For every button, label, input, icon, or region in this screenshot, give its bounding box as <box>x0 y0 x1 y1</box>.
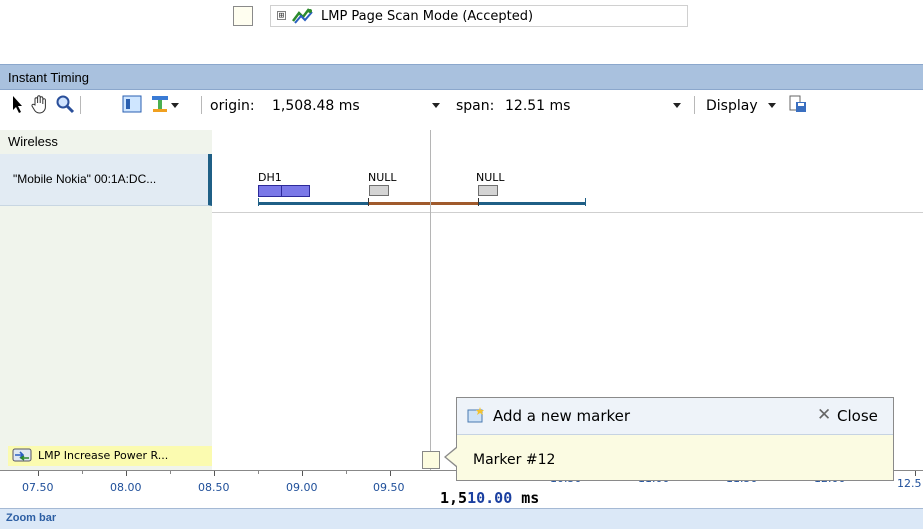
packet-track: DH1 NULL NULL <box>212 154 923 213</box>
cursor-time-text: 1,510.00 ms <box>440 489 539 507</box>
origin-input[interactable]: 1,508.48 ms <box>272 98 360 114</box>
ruler-tick <box>915 471 916 476</box>
timeline-segment <box>258 202 368 205</box>
ruler-tick <box>302 471 303 476</box>
lmp-event-label: LMP Increase Power R... <box>38 449 169 462</box>
close-button[interactable]: ✕ Close <box>817 405 889 428</box>
toolbar-separator <box>80 96 81 114</box>
packet-block-null[interactable] <box>478 185 498 196</box>
time-unit: ms <box>521 489 540 507</box>
zoom-bar[interactable]: Zoom bar <box>0 508 923 529</box>
pointer-icon[interactable] <box>8 94 28 114</box>
marker-handle[interactable] <box>422 451 440 469</box>
ruler-tick <box>126 471 127 476</box>
display-menu[interactable]: Display <box>706 98 758 114</box>
panel-title: Instant Timing <box>8 70 89 85</box>
add-marker-title: Add a new marker <box>493 407 631 425</box>
time-highlight: 10.00 <box>467 489 513 507</box>
ruler-minor-tick <box>346 471 347 474</box>
event-checkbox[interactable] <box>233 6 253 26</box>
marker-name-field[interactable]: Marker #12 <box>473 452 555 468</box>
segment-tick <box>478 198 479 206</box>
packet-label: NULL <box>368 171 397 184</box>
popup-header: Add a new marker ✕ Close <box>457 398 893 435</box>
ruler-tick <box>38 471 39 476</box>
timeline-segment <box>478 202 586 205</box>
ruler-tick <box>390 471 391 476</box>
toolbar-separator <box>201 96 202 114</box>
toolbar: origin: 1,508.48 ms span: 12.51 ms Displ… <box>0 90 923 130</box>
packet-block-dh1[interactable] <box>258 185 310 197</box>
hand-pan-icon[interactable] <box>30 94 50 114</box>
ruler-minor-tick <box>258 471 259 474</box>
close-icon: ✕ <box>817 405 832 424</box>
segment-tick <box>258 198 259 206</box>
packet-label: DH1 <box>258 171 282 184</box>
toolbar-separator <box>694 96 695 114</box>
zoom-magnifier-icon[interactable] <box>55 94 75 114</box>
origin-label: origin: <box>210 98 255 114</box>
insert-marker-icon[interactable] <box>150 94 170 114</box>
lmp-message-icon <box>12 448 32 462</box>
popup-pointer-fill <box>446 448 457 466</box>
save-export-icon[interactable] <box>788 94 808 114</box>
ruler-tick-label: 08.00 <box>110 481 142 494</box>
span-input[interactable]: 12.51 ms <box>505 98 570 114</box>
ruler-tick-label: 09.50 <box>373 481 405 494</box>
origin-dropdown[interactable] <box>432 103 440 108</box>
display-dropdown-icon[interactable] <box>768 103 776 108</box>
lmp-event-row[interactable]: LMP Increase Power R... <box>8 446 212 466</box>
event-row[interactable]: ⊞ LMP Page Scan Mode (Accepted) <box>270 5 688 27</box>
time-cursor-line[interactable] <box>430 130 431 470</box>
device-label: "Mobile Nokia" 00:1A:DC... <box>13 172 157 186</box>
ruler-tick-label: 08.50 <box>198 481 230 494</box>
ruler-tick-label: 09.00 <box>286 481 318 494</box>
span-label: span: <box>456 98 495 114</box>
segment-tick <box>368 198 369 206</box>
ruler-tick <box>214 471 215 476</box>
close-label: Close <box>837 407 878 425</box>
ruler-minor-tick <box>82 471 83 474</box>
expand-toggle[interactable]: ⊞ <box>277 11 286 21</box>
ruler-minor-tick <box>170 471 171 474</box>
time-prefix: 1,5 <box>440 489 468 507</box>
column-view-icon[interactable] <box>122 94 142 114</box>
ruler-tick-label: 12.5 <box>897 477 922 490</box>
add-marker-popup: Add a new marker ✕ Close Marker #12 <box>456 397 894 481</box>
segment-tick <box>585 198 586 206</box>
wireless-section-label: Wireless <box>8 134 58 149</box>
lmp-transaction-icon <box>292 8 313 24</box>
packet-divider <box>281 186 282 196</box>
packet-block-null[interactable] <box>369 185 389 196</box>
cursor-time-readout: 1,510.00 ms <box>438 485 581 509</box>
packet-label: NULL <box>476 171 505 184</box>
insert-marker-dropdown[interactable] <box>171 103 179 108</box>
zoom-bar-label: Zoom bar <box>6 512 57 524</box>
event-label: LMP Page Scan Mode (Accepted) <box>321 9 534 24</box>
panel-header: Instant Timing <box>0 64 923 90</box>
timeline-segment <box>368 202 478 205</box>
span-dropdown[interactable] <box>673 103 681 108</box>
ruler-tick-label: 07.50 <box>22 481 54 494</box>
device-row[interactable]: "Mobile Nokia" 00:1A:DC... <box>0 154 212 206</box>
new-marker-icon <box>467 407 484 423</box>
